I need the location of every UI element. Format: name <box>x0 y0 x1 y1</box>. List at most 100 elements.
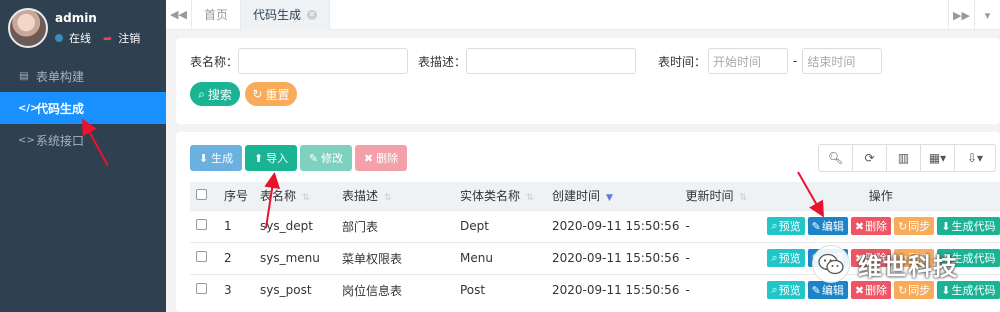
header-entity[interactable]: 实体类名称 ⇅ <box>454 182 546 210</box>
cell-index-text: 1 <box>224 219 232 233</box>
select-all-checkbox[interactable] <box>196 188 207 200</box>
delete-button[interactable]: ✖ 删除 <box>355 145 407 171</box>
sort-icon: ⇅ <box>739 193 748 204</box>
api-icon: <> <box>18 134 35 146</box>
preview-button[interactable]: ⌕ 预览 <box>767 281 805 300</box>
cell-entity-text: Menu <box>460 251 493 265</box>
table-header-row: 序号 表名称 ⇅ 表描述 ⇅ 实体类名称 ⇅ 创建时间 ▼ 更新时间 ⇅ 操作 <box>190 182 1000 210</box>
delete-icon: ✖ <box>363 151 374 165</box>
search-toggle-icon[interactable]: 🔍︎ <box>819 145 853 171</box>
row-checkbox[interactable] <box>196 283 207 295</box>
edit-button-label: 修改 <box>321 152 344 165</box>
header-ops-label: 操作 <box>868 189 893 204</box>
sort-desc-icon: ▼ <box>606 193 613 204</box>
tab-code-gen[interactable]: 代码生成 ✕ <box>241 0 331 30</box>
cell-desc: 岗位信息表 <box>336 273 454 306</box>
online-dot-icon <box>55 34 63 42</box>
columns-icon[interactable]: ▥ <box>887 145 921 171</box>
user-panel: admin 在线 ➦ 注销 <box>0 0 166 58</box>
delete-label: 删除 <box>865 220 888 233</box>
start-time-input[interactable]: 开始时间 <box>708 48 789 74</box>
sidebar-item-code-gen[interactable]: </> 代码生成 <box>0 92 166 124</box>
cell-desc: 部门表 <box>336 209 454 242</box>
sort-icon: ⇅ <box>302 193 310 204</box>
sidebar-item-api[interactable]: <> 系统接口 <box>0 124 166 156</box>
reset-button[interactable]: ↻ 重置 <box>245 82 297 106</box>
logout-link[interactable]: 注销 <box>118 30 140 46</box>
table-name-label: 表名称： <box>190 54 239 69</box>
cell-name-text: sys_post <box>260 283 312 298</box>
row-select-cell <box>190 241 218 274</box>
edit-icon: ✎ <box>811 283 821 297</box>
preview-label: 预览 <box>778 284 801 298</box>
cell-name-text: sys_menu <box>260 251 320 265</box>
edit-row-button[interactable]: ✎编辑 <box>807 217 848 235</box>
table-time-label: 表时间： <box>658 54 707 69</box>
row-checkbox[interactable] <box>196 219 207 230</box>
cell-index: 2 <box>218 241 254 274</box>
edit-icon: ✎ <box>811 219 821 233</box>
grid-icon[interactable]: ▦▾ <box>921 145 955 171</box>
cell-entity: Dept <box>454 209 546 242</box>
cell-name-text: sys_dept <box>260 219 313 233</box>
table-row[interactable]: 1 sys_dept 部门表 Dept 2020-09-11 15:50:56- ⌕ 预览… <box>190 209 1000 242</box>
header-updated-label: 更新时间 <box>685 189 734 204</box>
table-desc-input[interactable] <box>466 48 637 74</box>
edit-icon: ✎ <box>308 151 319 165</box>
cell-entity: Menu <box>454 241 546 274</box>
sync-label: 同步 <box>908 284 931 298</box>
sort-icon: ⇅ <box>384 193 392 204</box>
logout-icon[interactable]: ➦ <box>103 32 112 45</box>
sync-icon: ↻ <box>898 219 908 233</box>
watermark-text: 维世科技 <box>858 252 958 281</box>
edit-label: 编辑 <box>821 220 844 233</box>
header-index-label: 序号 <box>224 189 249 204</box>
delete-icon: ✖ <box>854 219 865 233</box>
watermark: 维世科技 <box>812 244 958 284</box>
row-select-cell <box>190 273 218 306</box>
cell-desc-text: 部门表 <box>342 219 379 234</box>
cell-updated-text: - <box>685 219 690 233</box>
header-entity-label: 实体类名称 <box>460 189 521 204</box>
delete-row-button[interactable]: ✖ 删除 <box>850 217 892 235</box>
header-desc[interactable]: 表描述 ⇅ <box>336 182 454 210</box>
close-icon[interactable]: ✕ <box>307 9 318 20</box>
preview-button[interactable]: ⌕ 预览 <box>767 217 805 235</box>
table-tools: 🔍︎ ⟳ ▥ ▦▾ ⇩▾ <box>818 144 996 172</box>
header-name-label: 表名称 <box>260 189 297 204</box>
header-updated[interactable]: 更新时间 ⇅ <box>679 182 762 210</box>
tab-scroll-left-icon[interactable]: ◀◀ <box>166 0 192 30</box>
preview-label: 预览 <box>778 252 801 265</box>
refresh-icon[interactable]: ⟳ <box>853 145 887 171</box>
code-icon: </> <box>18 102 39 114</box>
row-checkbox[interactable] <box>196 251 207 262</box>
tab-home-label: 首页 <box>204 8 229 22</box>
preview-button[interactable]: ⌕ 预览 <box>767 249 805 267</box>
generate-button[interactable]: ⬇ 生成 <box>190 145 242 171</box>
import-button[interactable]: ⬆ 导入 <box>245 145 297 171</box>
cell-updated: - <box>679 273 762 306</box>
sync-button[interactable]: ↻ 同步 <box>894 217 935 235</box>
export-icon[interactable]: ⇩▾ <box>955 145 995 171</box>
gen-code-button[interactable]: ⬇ 生成代码 <box>937 217 1000 235</box>
cell-created: 2020-09-11 15:50:56 <box>546 209 680 242</box>
tab-scroll-right-icon[interactable]: ▶▶ <box>948 0 974 30</box>
upload-icon: ⬆ <box>253 151 264 165</box>
header-created[interactable]: 创建时间 ▼ <box>546 182 680 210</box>
end-time-input[interactable]: 结束时间 <box>802 48 883 74</box>
cell-entity-text: Dept <box>460 219 489 233</box>
edit-button[interactable]: ✎ 修改 <box>300 145 352 171</box>
header-name[interactable]: 表名称 ⇅ <box>254 182 336 210</box>
tab-home[interactable]: 首页 <box>192 0 242 30</box>
download-icon: ⬇ <box>198 151 209 165</box>
cell-name: sys_post <box>254 273 336 306</box>
cell-index-text: 2 <box>224 251 232 265</box>
header-desc-label: 表描述 <box>342 189 379 204</box>
avatar[interactable] <box>8 8 48 48</box>
reset-button-label: 重置 <box>265 87 290 102</box>
search-button[interactable]: ⌕ 搜索 <box>190 82 240 106</box>
table-name-input[interactable] <box>238 48 409 74</box>
tab-menu-icon[interactable]: ▾ <box>974 0 1000 30</box>
user-name: admin <box>55 11 97 25</box>
sidebar-item-form-builder[interactable]: ▤ 表单构建 <box>0 60 166 92</box>
